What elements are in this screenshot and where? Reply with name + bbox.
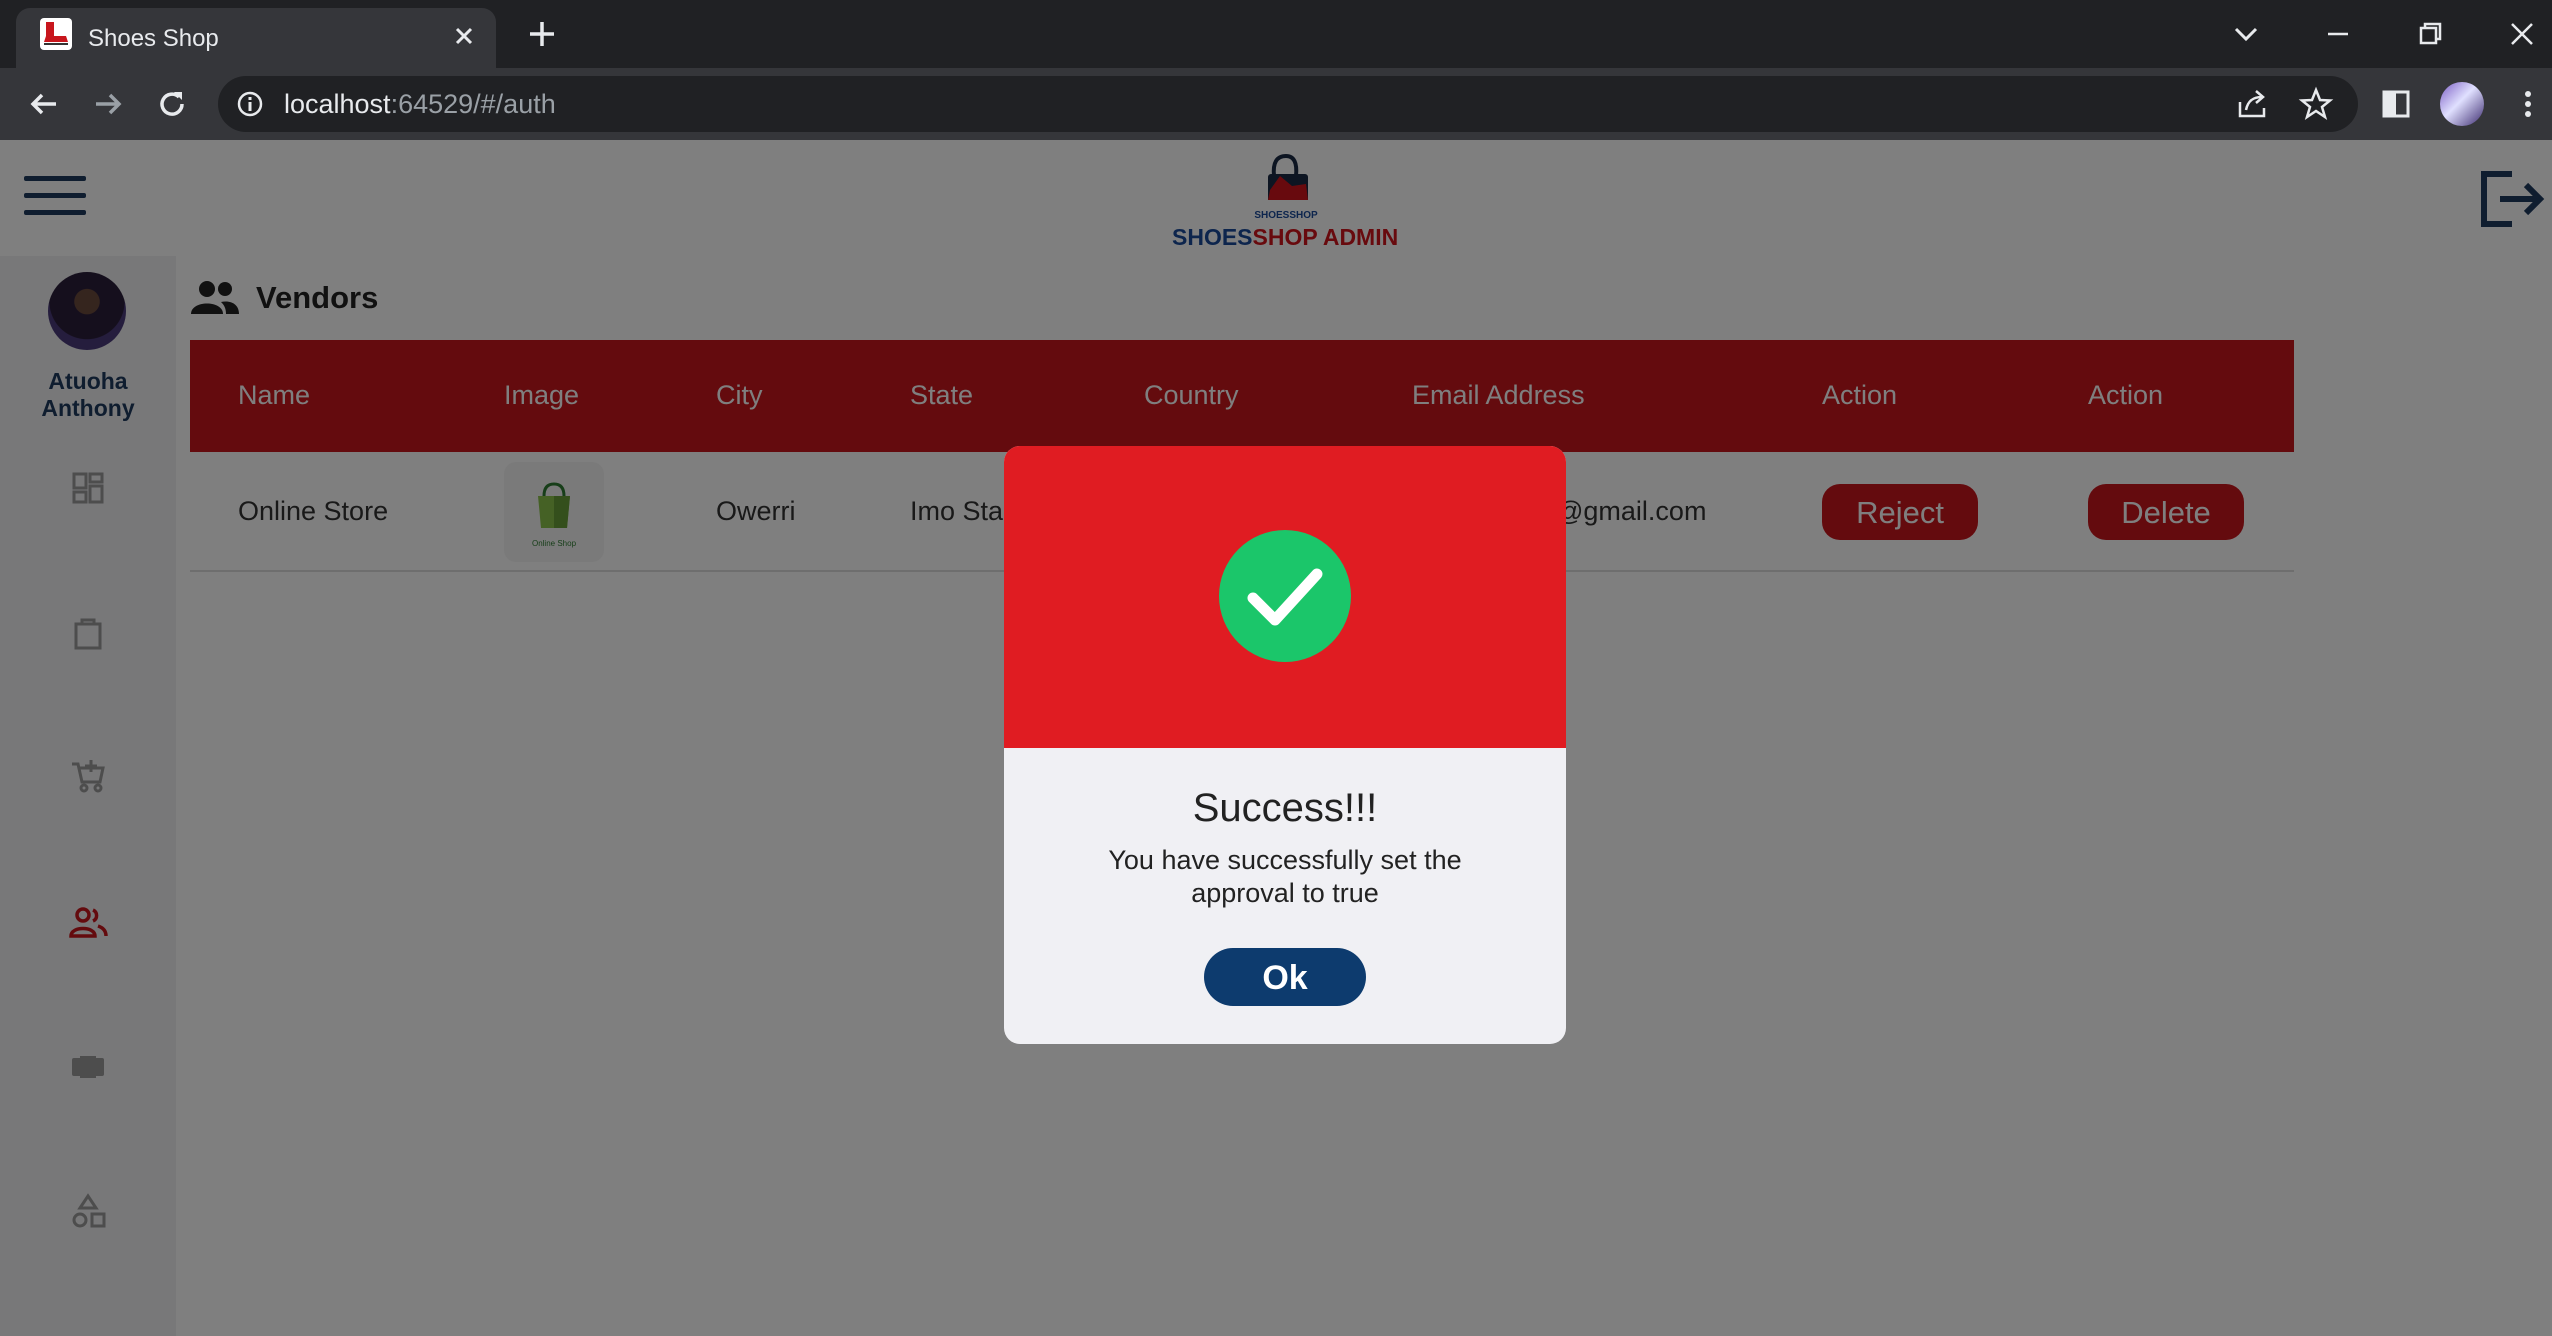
success-dialog: Success!!! You have successfully set the… xyxy=(1004,446,1566,1044)
browser-tab[interactable]: Shoes Shop xyxy=(16,8,496,68)
dialog-title: Success!!! xyxy=(1192,786,1378,830)
site-info-icon[interactable] xyxy=(236,90,264,118)
url-host: localhost xyxy=(284,89,391,119)
new-tab-icon[interactable] xyxy=(524,16,560,52)
browser-menu-icon[interactable] xyxy=(2508,84,2548,124)
tab-search-chevron-icon[interactable] xyxy=(2226,14,2266,54)
browser-toolbar: localhost:64529/#/auth xyxy=(0,68,2552,140)
forward-arrow-icon[interactable] xyxy=(88,84,128,124)
browser-profile-avatar[interactable] xyxy=(2440,82,2484,126)
bookmark-star-icon[interactable] xyxy=(2296,84,2336,124)
shoe-favicon-icon xyxy=(40,18,72,50)
restore-icon[interactable] xyxy=(2410,14,2450,54)
close-tab-icon[interactable] xyxy=(448,20,480,52)
check-circle-icon xyxy=(1219,530,1351,662)
back-arrow-icon[interactable] xyxy=(24,84,64,124)
ok-button[interactable]: Ok xyxy=(1204,948,1366,1006)
dialog-header xyxy=(1004,446,1566,748)
address-bar[interactable]: localhost:64529/#/auth xyxy=(218,76,2358,132)
minimize-icon[interactable] xyxy=(2318,14,2358,54)
reload-icon[interactable] xyxy=(152,84,192,124)
browser-tab-strip: Shoes Shop xyxy=(0,0,2552,68)
side-panel-icon[interactable] xyxy=(2376,84,2416,124)
tab-title: Shoes Shop xyxy=(88,25,219,52)
dialog-message: You have successfully set the approval t… xyxy=(1108,845,1462,908)
close-window-icon[interactable] xyxy=(2502,14,2542,54)
url-path: :64529/#/auth xyxy=(390,89,556,119)
url-text: localhost:64529/#/auth xyxy=(284,89,556,120)
share-icon[interactable] xyxy=(2232,84,2272,124)
